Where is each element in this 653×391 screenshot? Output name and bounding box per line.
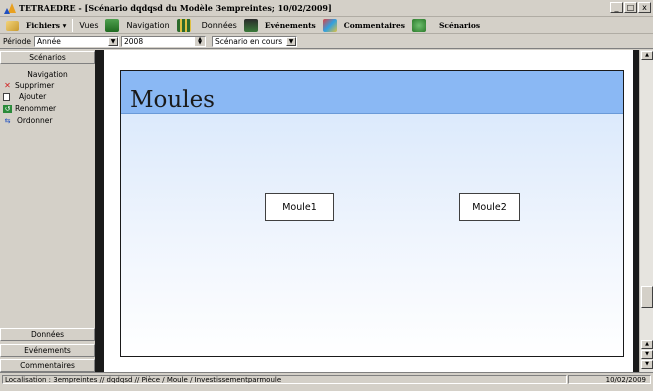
navigation-section-label: Navigation — [27, 70, 68, 79]
scenario-select[interactable]: Scénario en cours ▼ — [212, 35, 298, 47]
menu-navigation[interactable]: Navigation — [122, 19, 173, 33]
scenario-select-value: Scénario en cours — [215, 36, 283, 46]
period-bar: Période Année ▼ 2008 ▲ ▼ Scénario en cour… — [0, 34, 653, 49]
sidebar-item-supprimer[interactable]: ✕ Supprimer — [3, 81, 54, 90]
sidebar-item-label: Renommer — [15, 104, 57, 113]
order-icon: ⇆ — [4, 116, 11, 125]
status-date: 10/02/2009 — [568, 375, 651, 384]
panel-title: Moules — [130, 87, 215, 113]
node-moule1[interactable]: Moule1 — [265, 193, 334, 221]
year-spinner-icon[interactable]: ▲ ▼ — [195, 36, 206, 46]
sidebar-item-label: Ordonner — [17, 116, 53, 125]
menu-bar: Fichiers ▾ Vues Navigation Données Evéne… — [0, 18, 653, 34]
chevron-down-icon[interactable]: ▼ — [286, 36, 297, 46]
title-bar: TETRAEDRE - [Scénario dqdqsd du Modèle 3… — [0, 0, 653, 17]
status-location: Localisation : 3empreintes // dqdqsd // … — [2, 375, 567, 384]
sidebar-item-label: Ajouter — [19, 92, 47, 101]
year-field-value: 2008 — [124, 36, 144, 46]
toolbar-separator — [72, 19, 74, 32]
add-document-icon — [3, 92, 10, 101]
scroll-up-icon[interactable]: ▲ — [641, 51, 653, 60]
chevron-down-icon: ▾ — [62, 21, 67, 30]
sidebar-item-ajouter[interactable]: Ajouter — [3, 92, 46, 101]
scroll-page-down-icon[interactable]: ▼ — [641, 350, 653, 359]
menu-donnees[interactable]: Données — [198, 19, 241, 33]
evenements-panel-button[interactable]: Evénements — [0, 344, 95, 357]
node-moule2[interactable]: Moule2 — [459, 193, 520, 221]
chevron-down-icon[interactable]: ▼ — [108, 36, 119, 46]
window-title: TETRAEDRE - [Scénario dqdqsd du Modèle 3… — [19, 3, 332, 13]
rename-icon: ↺ — [3, 104, 12, 113]
year-field[interactable]: 2008 ▲ ▼ — [121, 35, 207, 47]
minimize-button[interactable]: _ — [610, 2, 623, 13]
commentaires-panel-button[interactable]: Commentaires — [0, 359, 95, 372]
delete-x-icon: ✕ — [4, 80, 11, 90]
menu-fichiers-label: Fichiers — [26, 21, 60, 30]
vertical-scrollbar[interactable]: ▲ ▲ ▼ ▼ — [639, 50, 653, 372]
scenarios-panel-button[interactable]: Scénarios — [0, 51, 95, 64]
moules-panel: Moules Moule1 Moule2 — [120, 70, 624, 357]
menu-fichiers[interactable]: Fichiers ▾ — [22, 19, 70, 33]
evenements-icon — [243, 19, 258, 32]
donnees-icon — [176, 19, 191, 32]
menu-commentaires[interactable]: Commentaires — [340, 19, 409, 33]
menu-vues[interactable]: Vues — [75, 19, 102, 33]
panel-header: Moules — [121, 71, 623, 114]
scenarios-icon — [411, 19, 426, 32]
restore-button[interactable]: □ — [624, 2, 637, 13]
scroll-page-up-icon[interactable]: ▲ — [641, 340, 653, 349]
scroll-down-icon[interactable]: ▼ — [641, 360, 653, 369]
fichiers-icon — [6, 20, 19, 31]
sidebar-item-label: Supprimer — [15, 81, 55, 90]
status-bar: Localisation : 3empreintes // dqdqsd // … — [0, 372, 653, 391]
splitter-bar[interactable] — [95, 50, 104, 372]
navigation-icon — [105, 19, 120, 32]
menu-scenarios[interactable]: Scénarios — [435, 19, 484, 33]
period-label: Période — [3, 36, 32, 46]
period-select-value: Année — [37, 36, 61, 46]
close-button[interactable]: x — [638, 2, 651, 13]
menu-evenements[interactable]: Evénements — [261, 19, 320, 33]
tetraedre-logo-icon — [4, 2, 16, 14]
sidebar: Scénarios Navigation ✕ Supprimer Ajouter… — [0, 50, 95, 372]
sidebar-item-ordonner[interactable]: ⇆ Ordonner — [3, 116, 53, 125]
period-select[interactable]: Année ▼ — [34, 35, 120, 47]
sidebar-item-renommer[interactable]: ↺ Renommer — [3, 104, 56, 113]
scrollbar-thumb[interactable] — [641, 286, 653, 308]
donnees-panel-button[interactable]: Données — [0, 328, 95, 341]
commentaires-icon — [322, 19, 337, 32]
